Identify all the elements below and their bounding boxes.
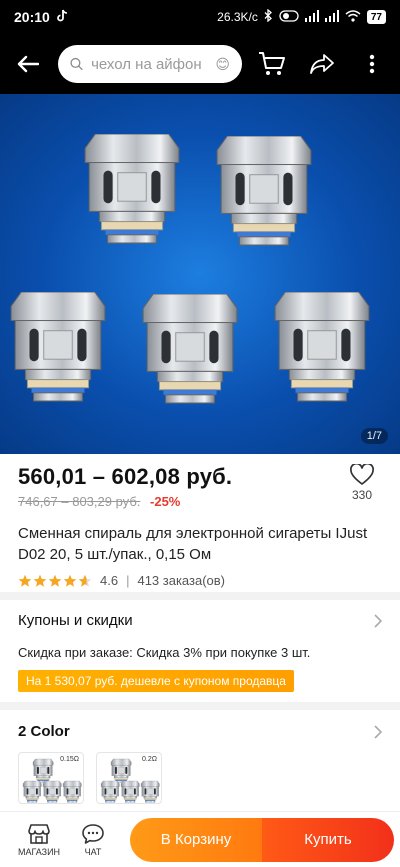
top-bar: 😊 — [0, 34, 400, 94]
color-option[interactable]: 0.2Ω — [96, 752, 162, 804]
share-button[interactable] — [302, 44, 342, 84]
search-icon — [70, 57, 83, 71]
face-emoji-icon: 😊 — [215, 55, 230, 72]
star-icon — [48, 574, 62, 587]
more-button[interactable] — [352, 44, 392, 84]
more-vertical-icon — [369, 54, 375, 74]
status-bar: 20:10 26.3K/c 77 — [0, 0, 400, 34]
star-icon — [33, 574, 47, 587]
bluetooth-icon — [264, 8, 273, 25]
chat-tab-label: ЧАТ — [84, 846, 102, 857]
chevron-right-icon — [374, 724, 382, 739]
wishlist-count: 330 — [351, 488, 373, 502]
coil-image — [142, 294, 238, 404]
star-icon — [63, 574, 77, 587]
coupons-section[interactable]: Купоны и скидки Скидка при заказе: Скидк… — [0, 612, 400, 692]
rating-separator: | — [126, 573, 130, 588]
coupons-heading: Купоны и скидки — [18, 612, 133, 629]
coil-image — [274, 292, 370, 402]
section-divider — [0, 592, 400, 600]
arrow-left-icon — [17, 55, 39, 73]
bottom-action-bar: МАГАЗИН ЧАТ В Корзину Купить — [0, 811, 400, 867]
purchase-buttons: В Корзину Купить — [130, 817, 394, 862]
coupon-discount-text: Скидка при заказе: Скидка 3% при покупке… — [18, 645, 311, 660]
add-to-cart-button[interactable]: В Корзину — [130, 817, 262, 862]
cart-icon — [259, 52, 285, 75]
chat-icon — [82, 823, 104, 844]
rating-stars — [18, 574, 92, 588]
color-option-label: 0.2Ω — [142, 756, 157, 763]
rating-row[interactable]: 4.6 | 413 заказа(ов) — [18, 573, 382, 588]
wifi-icon — [345, 9, 361, 25]
color-option-label: 0.15Ω — [60, 756, 79, 763]
search-box[interactable]: 😊 — [58, 45, 242, 83]
store-icon — [28, 823, 50, 844]
chat-tab[interactable]: ЧАТ — [66, 823, 120, 857]
seller-coupon-banner[interactable]: На 1 530,07 руб. дешевле с купоном прода… — [18, 670, 294, 692]
star-icon — [18, 574, 32, 587]
coil-image — [216, 136, 312, 246]
coil-image — [84, 134, 180, 244]
wishlist-button[interactable]: 330 — [342, 464, 382, 502]
signal-icon-2 — [324, 9, 339, 25]
rating-value: 4.6 — [100, 573, 119, 588]
mute-icon — [279, 9, 299, 25]
share-icon — [310, 54, 334, 74]
status-time: 20:10 — [14, 9, 50, 25]
gallery-page-indicator: 1/7 — [360, 428, 388, 444]
store-tab-label: МАГАЗИН — [17, 846, 61, 857]
back-button[interactable] — [8, 44, 48, 84]
signal-icon — [304, 9, 319, 25]
tiktok-icon — [56, 9, 68, 26]
color-option[interactable]: 0.15Ω — [18, 752, 84, 804]
chevron-right-icon — [374, 613, 382, 628]
search-input[interactable] — [91, 55, 208, 73]
store-tab[interactable]: МАГАЗИН — [12, 823, 66, 857]
coil-image — [10, 292, 106, 402]
price-range: 560,01 – 602,08 руб. — [18, 464, 233, 489]
buy-now-button[interactable]: Купить — [262, 817, 394, 862]
heart-icon — [350, 464, 374, 485]
network-speed: 26.3K/c — [217, 10, 258, 24]
orders-count: 413 заказа(ов) — [137, 573, 226, 588]
color-heading: 2 Color — [18, 723, 70, 740]
star-half-icon — [78, 574, 92, 587]
product-image-gallery[interactable]: 1/7 — [0, 94, 400, 454]
cart-button[interactable] — [252, 44, 292, 84]
old-price: 746,67 – 803,29 руб. — [18, 494, 141, 509]
product-info: 560,01 – 602,08 руб. 746,67 – 803,29 руб… — [0, 454, 400, 588]
discount-badge: -25% — [150, 494, 181, 509]
product-title: Сменная спираль для электронной сигареты… — [18, 525, 368, 563]
battery-icon: 77 — [366, 10, 386, 24]
section-divider — [0, 702, 400, 710]
color-section[interactable]: 2 Color 0.15Ω 0.2Ω — [0, 723, 400, 804]
